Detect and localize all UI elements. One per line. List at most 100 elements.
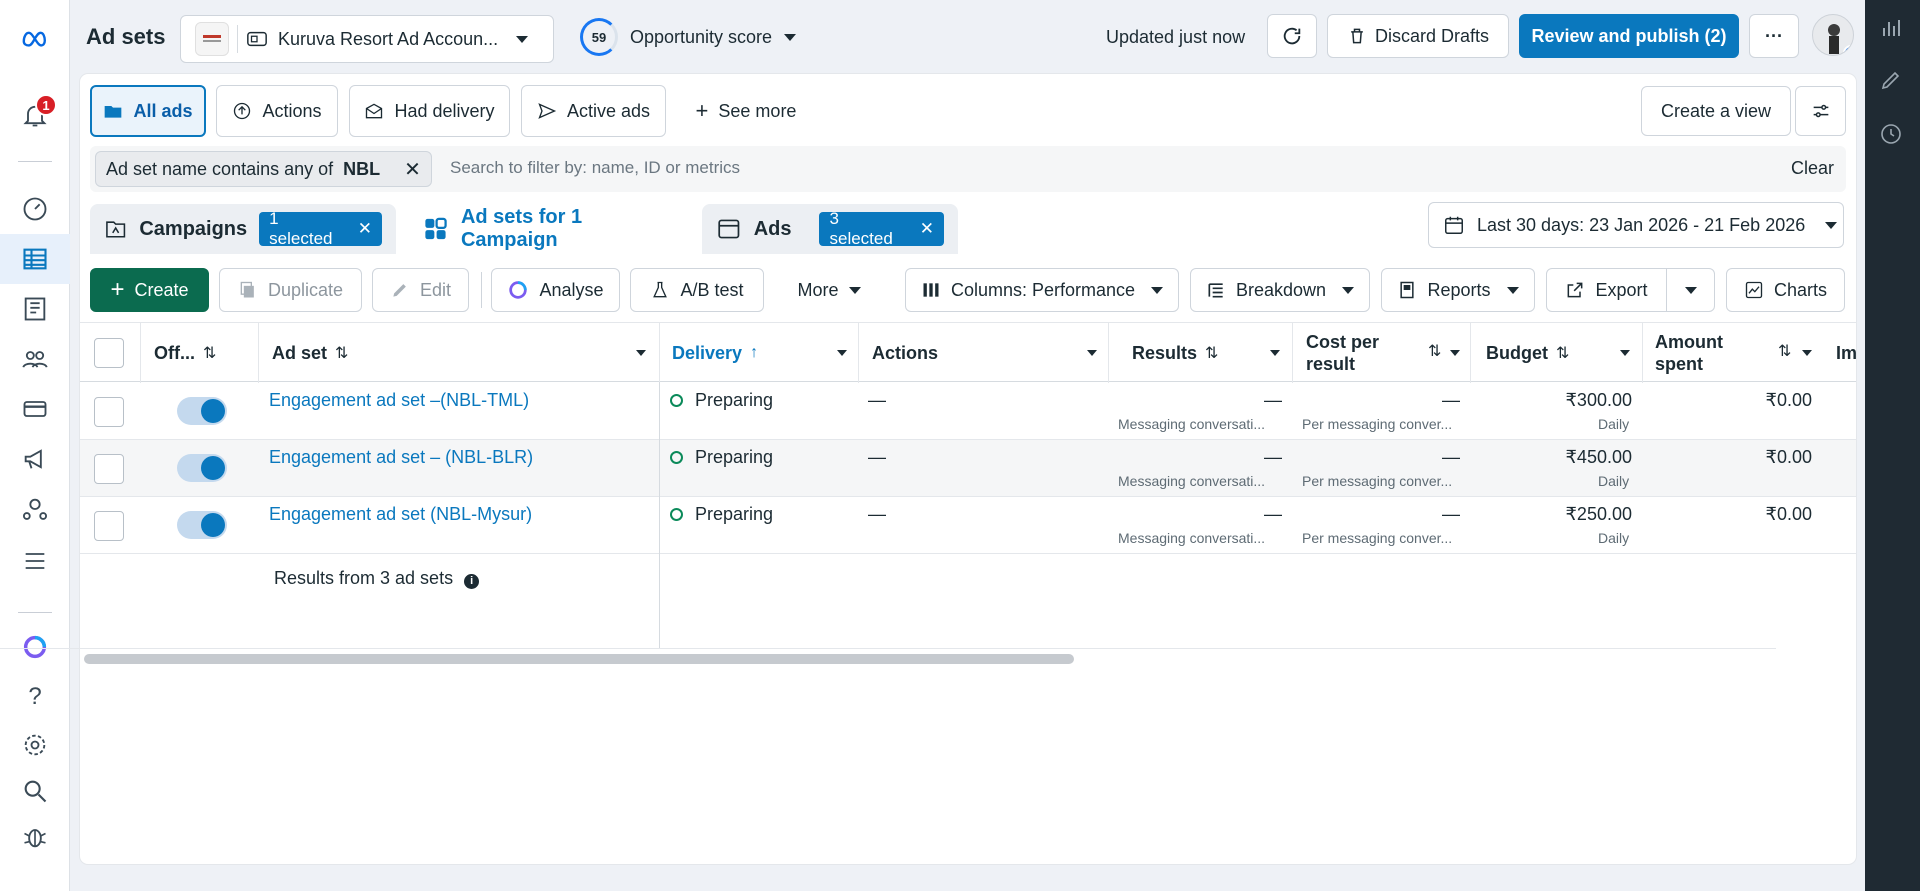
meta-logo-icon[interactable]	[14, 18, 56, 56]
events-network-icon[interactable]	[16, 490, 54, 528]
column-header-impressions[interactable]: Im	[1836, 323, 1857, 383]
results-subtext: Messaging conversati...	[1118, 530, 1266, 546]
row-checkbox[interactable]	[94, 511, 124, 541]
catalog-book-icon[interactable]	[16, 290, 54, 328]
settings-gear-icon[interactable]	[16, 726, 54, 764]
column-header-ad-set[interactable]: Ad set ⇅	[272, 323, 348, 383]
close-icon[interactable]: ✕	[358, 219, 372, 239]
table-row[interactable]: Engagement ad set – (NBL-BLR) Preparing …	[80, 440, 1856, 497]
tab-ad-sets[interactable]: Ad sets for 1 Campaign	[408, 204, 690, 254]
results-value: —	[1264, 390, 1282, 410]
dashboard-gauge-icon[interactable]	[16, 190, 54, 228]
history-clock-icon[interactable]	[1879, 122, 1905, 148]
plus-icon: +	[110, 276, 125, 303]
avatar[interactable]: f	[1812, 14, 1854, 56]
duplicate-button[interactable]: Duplicate	[219, 268, 362, 312]
create-a-view-button[interactable]: Create a view	[1641, 86, 1791, 136]
column-menu-chevron-icon[interactable]	[636, 350, 646, 356]
column-divider	[1292, 323, 1293, 383]
column-divider	[140, 323, 141, 383]
toolbar-separator	[481, 272, 482, 308]
view-active-ads-tab[interactable]: Active ads	[521, 85, 666, 137]
view-had-delivery-tab[interactable]: Had delivery	[349, 85, 510, 137]
close-icon[interactable]: ✕	[920, 219, 934, 239]
column-menu-chevron-icon[interactable]	[1450, 350, 1460, 356]
ads-selected-pill[interactable]: 3 selected ✕	[819, 209, 944, 248]
ad-set-on-off-toggle[interactable]	[177, 454, 227, 482]
reports-dropdown[interactable]: Reports	[1381, 268, 1535, 312]
clear-filters-link[interactable]: Clear	[1791, 158, 1834, 179]
filter-search-input[interactable]: Search to filter by: name, ID or metrics	[450, 158, 740, 178]
more-dropdown[interactable]: More	[774, 268, 884, 312]
sort-icon[interactable]: ⇅	[335, 343, 348, 363]
billing-card-icon[interactable]	[16, 390, 54, 428]
edit-button[interactable]: Edit	[372, 268, 469, 312]
columns-dropdown[interactable]: Columns: Performance	[905, 268, 1179, 312]
bar-chart-icon[interactable]	[1879, 16, 1905, 42]
ads-manager-table-icon[interactable]	[16, 240, 54, 278]
column-menu-chevron-icon[interactable]	[837, 350, 847, 356]
create-button[interactable]: + Create	[90, 268, 209, 312]
customize-sliders-button[interactable]	[1795, 86, 1846, 136]
horizontal-scrollbar[interactable]	[84, 654, 1074, 664]
view-all-ads-tab[interactable]: All ads	[90, 85, 206, 137]
ad-set-name-link[interactable]: Engagement ad set –(NBL-TML)	[269, 390, 529, 411]
column-header-results[interactable]: Results ⇅	[1132, 323, 1218, 383]
more-options-button[interactable]: ···	[1749, 14, 1799, 58]
sort-icon[interactable]: ⇅	[203, 343, 216, 363]
view-actions-tab[interactable]: Actions	[216, 85, 338, 137]
info-icon[interactable]: i	[464, 574, 480, 589]
ad-account-selector[interactable]: Kuruva Resort Ad Accoun...	[180, 15, 554, 63]
analyse-button[interactable]: Analyse	[491, 268, 620, 312]
discard-drafts-button[interactable]: Discard Drafts	[1327, 14, 1509, 58]
filter-chip[interactable]: Ad set name contains any of NBL ✕	[95, 151, 432, 187]
export-options-dropdown[interactable]	[1666, 268, 1715, 312]
sort-icon[interactable]: ⇅	[1556, 343, 1569, 363]
column-header-delivery[interactable]: Delivery ↑	[672, 323, 758, 383]
column-menu-chevron-icon[interactable]	[1620, 350, 1630, 356]
charts-button[interactable]: Charts	[1726, 268, 1845, 312]
row-checkbox[interactable]	[94, 454, 124, 484]
close-icon[interactable]: ✕	[404, 157, 421, 182]
date-range-picker[interactable]: Last 30 days: 23 Jan 2026 - 21 Feb 2026	[1428, 202, 1844, 248]
column-header-actions[interactable]: Actions	[872, 323, 938, 383]
help-question-icon[interactable]: ?	[16, 678, 54, 716]
ad-set-name-link[interactable]: Engagement ad set – (NBL-BLR)	[269, 447, 533, 468]
column-menu-chevron-icon[interactable]	[1270, 350, 1280, 356]
campaigns-selected-pill[interactable]: 1 selected ✕	[259, 209, 382, 248]
ad-set-on-off-toggle[interactable]	[177, 511, 227, 539]
search-icon[interactable]	[16, 772, 54, 810]
column-header-cost-per-result[interactable]: Cost per result	[1306, 323, 1379, 383]
export-button[interactable]: Export	[1546, 268, 1667, 312]
row-checkbox[interactable]	[94, 397, 124, 427]
ab-test-button[interactable]: A/B test	[630, 268, 764, 312]
column-header-amount-spent[interactable]: Amount spent	[1655, 323, 1723, 383]
see-more-button[interactable]: + See more	[676, 85, 816, 137]
sort-icon[interactable]: ⇅	[1778, 341, 1791, 361]
breakdown-dropdown[interactable]: Breakdown	[1190, 268, 1370, 312]
view-tab-label: All ads	[133, 100, 193, 121]
edit-pencil-icon[interactable]	[1879, 68, 1905, 94]
tab-campaigns[interactable]: Campaigns 1 selected ✕	[90, 204, 396, 254]
sort-icon[interactable]: ⇅	[1205, 343, 1218, 363]
column-header-off[interactable]: Off... ⇅	[154, 323, 216, 383]
meta-ai-ring-icon	[509, 281, 528, 299]
refresh-button[interactable]	[1267, 14, 1317, 58]
ad-set-on-off-toggle[interactable]	[177, 397, 227, 425]
table-row[interactable]: Engagement ad set –(NBL-TML) Preparing —…	[80, 383, 1856, 440]
column-menu-chevron-icon[interactable]	[1087, 350, 1097, 356]
opportunity-score[interactable]: 59 Opportunity score	[580, 18, 797, 56]
tab-ads[interactable]: Ads 3 selected ✕	[702, 204, 958, 254]
megaphone-icon[interactable]	[16, 440, 54, 478]
column-header-budget[interactable]: Budget ⇅	[1486, 323, 1569, 383]
envelope-icon	[366, 103, 383, 119]
sort-icon[interactable]: ⇅	[1428, 341, 1441, 361]
select-all-checkbox[interactable]	[94, 338, 124, 368]
bug-report-icon[interactable]	[16, 818, 54, 856]
table-row[interactable]: Engagement ad set (NBL-Mysur) Preparing …	[80, 497, 1856, 554]
sort-ascending-icon[interactable]: ↑	[750, 344, 758, 362]
audiences-people-icon[interactable]	[16, 340, 54, 378]
ad-set-name-link[interactable]: Engagement ad set (NBL-Mysur)	[269, 504, 532, 525]
review-and-publish-button[interactable]: Review and publish (2)	[1519, 14, 1739, 58]
column-menu-chevron-icon[interactable]	[1802, 350, 1812, 356]
